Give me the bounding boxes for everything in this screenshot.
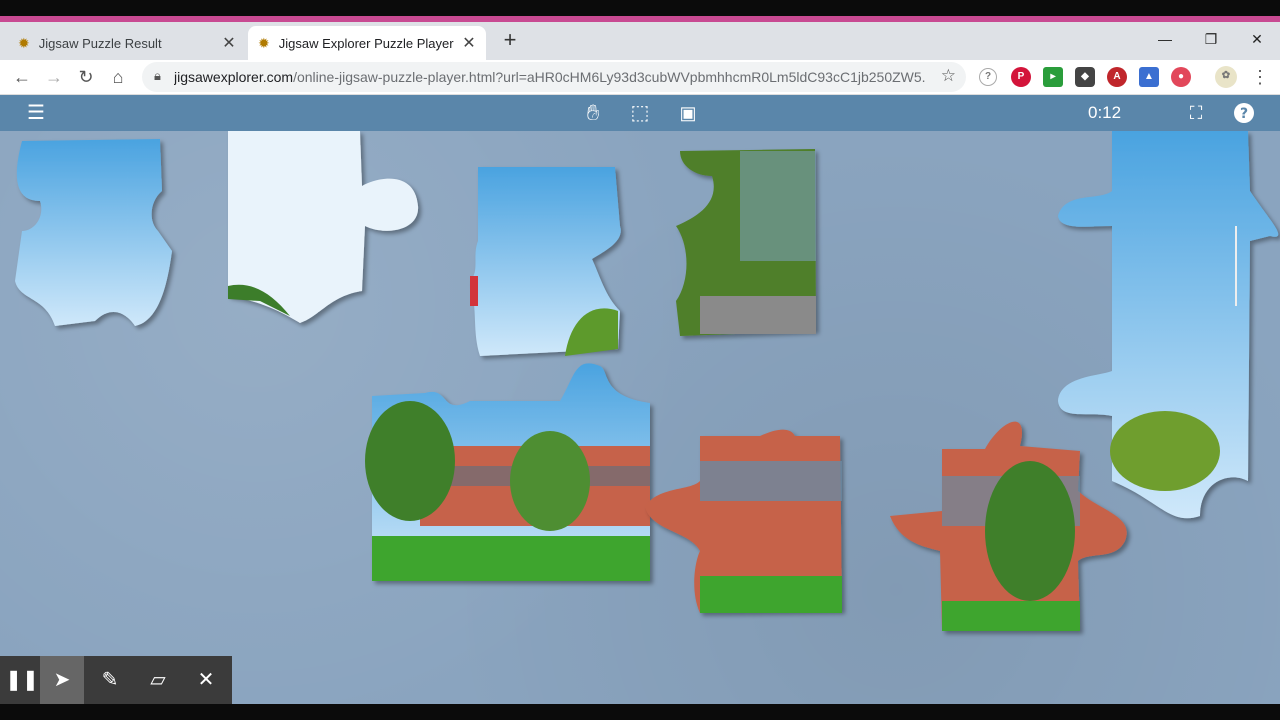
bottom-black-bar <box>0 704 1280 720</box>
address-bar[interactable]: 🔒︎ jigsawexplorer.com/online-jigsaw-puzz… <box>142 62 966 92</box>
pinterest-icon[interactable]: P <box>1011 67 1031 87</box>
tab-jigsaw-puzzle-result[interactable]: ✹ Jigsaw Puzzle Result ✕ <box>0 26 246 60</box>
cap-extension-icon[interactable]: ▲ <box>1139 67 1159 87</box>
tree-detail <box>365 401 455 521</box>
back-icon[interactable]: ← <box>8 64 36 90</box>
home-icon[interactable]: ⌂ <box>104 64 132 90</box>
restore-icon[interactable]: ❐ <box>1188 22 1234 56</box>
puzzle-piece[interactable] <box>15 139 172 326</box>
svg-text:?: ? <box>1240 106 1248 122</box>
close-tab-icon[interactable]: ✕ <box>456 33 482 53</box>
extension-question-icon[interactable]: ? <box>979 68 997 86</box>
puzzle-timer: 0:12 <box>1088 103 1122 122</box>
adblock-icon[interactable]: A <box>1107 67 1127 87</box>
record-extension-icon[interactable]: ● <box>1171 67 1191 87</box>
close-tab-icon[interactable]: ✕ <box>216 33 242 53</box>
fullscreen-icon[interactable]: ⛶ <box>1181 99 1211 127</box>
puzzle-favicon-icon: ✹ <box>258 34 270 51</box>
pointer-icon[interactable]: ➤ <box>40 656 84 704</box>
tab-title: Jigsaw Puzzle Result <box>38 35 162 51</box>
close-tools-icon[interactable]: ✕ <box>184 656 228 704</box>
tree-detail <box>1110 411 1220 491</box>
puzzle-board[interactable] <box>0 131 1280 704</box>
tree-detail <box>985 461 1075 601</box>
lawn-detail <box>372 536 650 581</box>
minimize-icon[interactable]: — <box>1142 22 1188 56</box>
puzzle-favicon-icon: ✹ <box>18 34 30 51</box>
browser-menu-icon[interactable]: ⋮ <box>1246 64 1274 90</box>
lawn-detail <box>700 576 842 613</box>
road-detail <box>700 296 816 334</box>
tree-detail <box>510 431 590 531</box>
new-tab-button[interactable]: + <box>498 26 522 56</box>
windows-detail <box>700 461 842 501</box>
menu-icon[interactable]: ☰ <box>21 99 51 127</box>
eraser-icon[interactable]: ▱ <box>136 656 180 704</box>
puzzle-app-bar: ☰ ✋︎ ⬚ ▣ 0:12 ⛶ ? <box>0 95 1280 131</box>
pause-icon[interactable]: ❚❚ <box>0 656 44 704</box>
lawn-detail <box>942 601 1080 631</box>
selection-icon[interactable]: ⬚ <box>625 99 655 127</box>
building-glass-detail <box>740 151 816 261</box>
help-icon[interactable]: ? <box>1229 99 1259 127</box>
tab-strip: ✹ Jigsaw Puzzle Result ✕ ✹ Jigsaw Explor… <box>0 22 1280 60</box>
pencil-icon[interactable]: ✎ <box>88 656 132 704</box>
reload-icon[interactable]: ↻ <box>72 64 100 90</box>
tab-jigsaw-explorer-puzzle-player[interactable]: ✹ Jigsaw Explorer Puzzle Player ✕ <box>248 26 486 60</box>
url-text[interactable]: jigsawexplorer.com/online-jigsaw-puzzle-… <box>174 69 926 85</box>
hand-icon[interactable]: ✋︎ <box>578 99 608 127</box>
flag-detail <box>470 276 478 306</box>
tab-title: Jigsaw Explorer Puzzle Player <box>278 35 454 51</box>
forward-icon[interactable]: → <box>40 64 68 90</box>
lock-icon: 🔒︎ <box>154 68 161 83</box>
close-window-icon[interactable]: ✕ <box>1234 22 1280 56</box>
cast-extension-icon[interactable]: ▸ <box>1043 67 1063 87</box>
keep-extension-icon[interactable]: ◆ <box>1075 67 1095 87</box>
image-icon[interactable]: ▣ <box>673 99 703 127</box>
top-black-bar <box>0 0 1280 16</box>
profile-avatar[interactable]: ✿ <box>1215 66 1237 88</box>
puzzle-pieces <box>15 131 1279 631</box>
bottom-controls: ❚❚ ➤ ✎ ▱ ✕ <box>0 656 232 704</box>
browser-toolbar: ← → ↻ ⌂ 🔒︎ jigsawexplorer.com/online-jig… <box>0 60 1280 95</box>
bookmark-star-icon[interactable]: ☆ <box>941 66 956 86</box>
